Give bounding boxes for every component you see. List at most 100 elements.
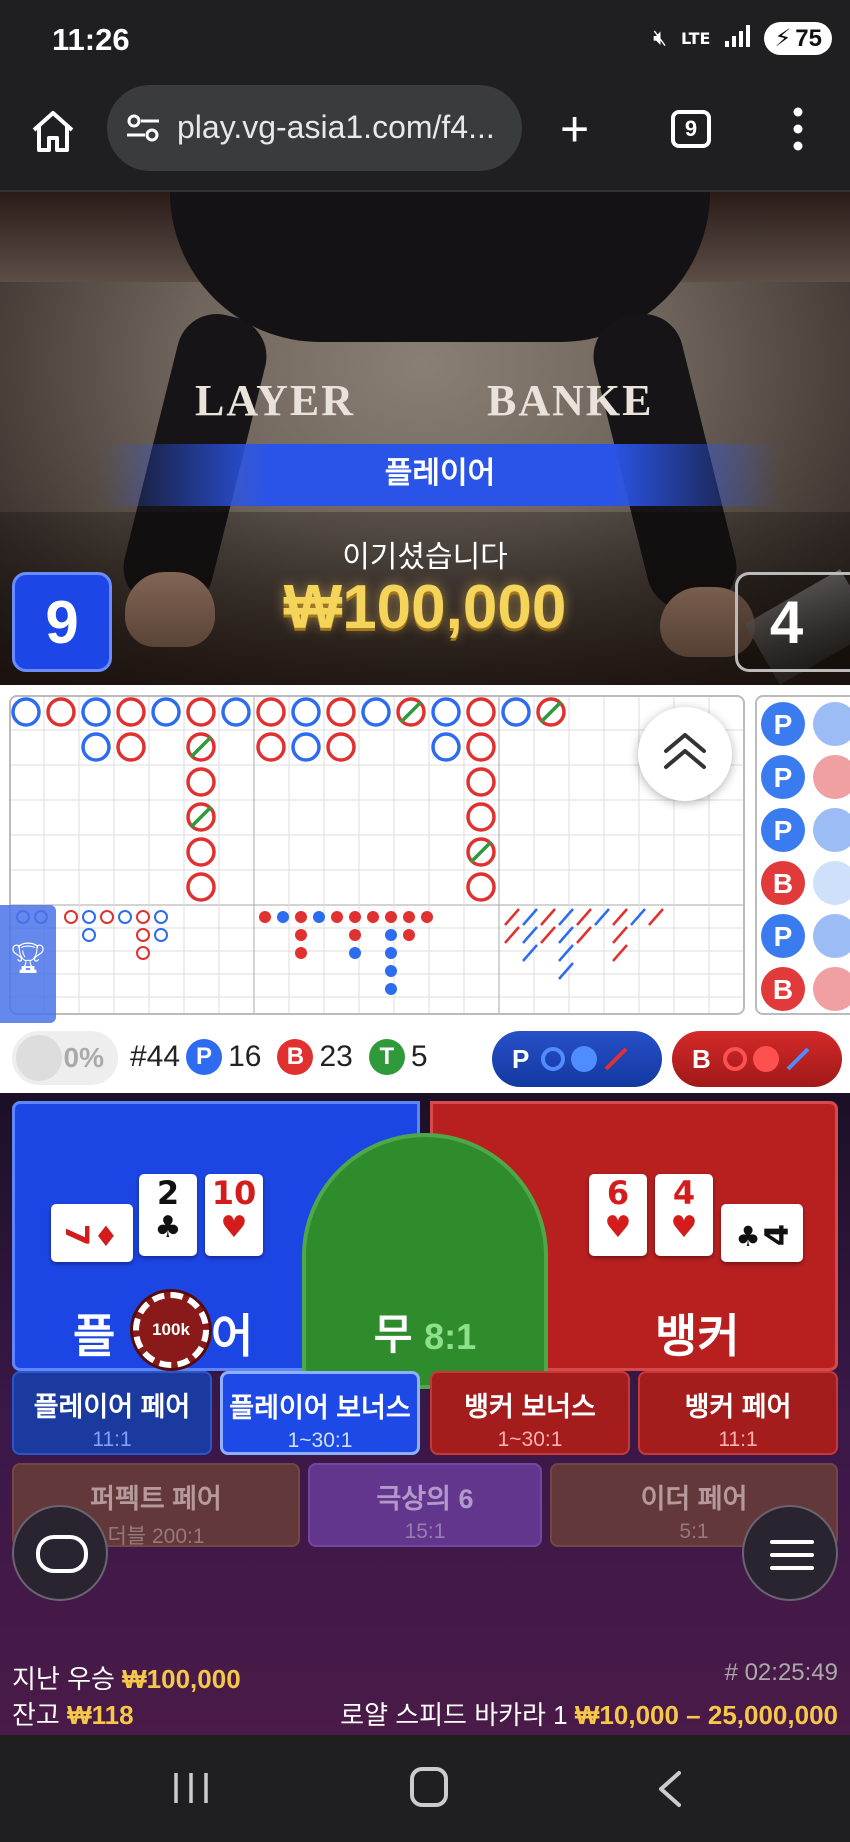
- banker-bet-label: 뱅커: [655, 1310, 740, 1362]
- status-icons: 🔇︎ LTE ⚡ 75: [653, 22, 832, 55]
- collapse-roadmap-button[interactable]: [638, 707, 732, 801]
- winner-banner: 플레이어: [100, 444, 780, 506]
- player-bonus-bet[interactable]: 플레이어 보너스 1~30:1: [220, 1371, 420, 1455]
- trophy-icon[interactable]: 🏆︎: [0, 905, 56, 1023]
- ring-icon: [541, 1047, 566, 1071]
- tie-bet-text: 무 8:1: [306, 1301, 544, 1362]
- bead-road: P P P B P B: [755, 695, 850, 1015]
- status-bar: 11:26 🔇︎ LTE ⚡ 75: [0, 0, 850, 82]
- balance-value: ₩118: [67, 1700, 134, 1730]
- hamburger-icon: [770, 1540, 814, 1570]
- win-amount: ₩100,000: [283, 573, 567, 642]
- table-banker-text: BANKE: [487, 376, 654, 425]
- chat-icon: [36, 1535, 88, 1573]
- win-label: 이기셨습니다: [342, 541, 508, 574]
- bead-cell: P: [774, 762, 793, 793]
- tie-bet-spot[interactable]: 무 8:1: [302, 1133, 548, 1389]
- card-suit: ♣: [735, 1220, 761, 1253]
- home-icon[interactable]: [30, 108, 76, 154]
- url-bar[interactable]: play.vg-asia1.com/f4...: [107, 85, 522, 171]
- card-suit: ♥: [670, 1210, 698, 1245]
- slash-icon: [786, 1047, 810, 1071]
- side-bet-name: 뱅커 보너스: [464, 1392, 596, 1422]
- toggle-knob: [16, 1035, 62, 1081]
- player-card-1: 7 ♦: [51, 1204, 133, 1262]
- side-bet-name: 뱅커 페어: [684, 1392, 792, 1422]
- bead-cell: B: [773, 868, 793, 899]
- bead-cell: P: [774, 815, 793, 846]
- player-count-badge: P: [186, 1039, 223, 1075]
- system-nav-bar: [0, 1735, 850, 1842]
- side-bet-odds: 11:1: [718, 1428, 758, 1451]
- player-card-3: 10 ♥: [205, 1174, 263, 1256]
- home-nav-icon[interactable]: [410, 1767, 448, 1807]
- ring-icon: [722, 1047, 747, 1071]
- balance-label: 잔고: [12, 1700, 60, 1730]
- card-suit: ♥: [220, 1210, 248, 1245]
- bead-cell: P: [774, 921, 793, 952]
- betting-area: 7 ♦ 2 ♣ 10 ♥ 플 어 100k 6 ♥ 4 ♥ ♣ 4 뱅커 무 8:1 플…: [0, 1093, 850, 1735]
- chat-button[interactable]: [12, 1505, 108, 1601]
- site-settings-icon[interactable]: [125, 113, 161, 143]
- menu-button[interactable]: [742, 1505, 838, 1601]
- table-info: 로얄 스피드 바카라 1 ₩10,000 – 25,000,000: [340, 1695, 838, 1732]
- chevron-up-icon: [664, 733, 706, 769]
- card-rank: 4: [758, 1223, 797, 1247]
- round-number: #44: [130, 1040, 181, 1073]
- battery-icon: ⚡ 75: [764, 22, 832, 55]
- browser-toolbar: play.vg-asia1.com/f4... + 9: [0, 82, 850, 192]
- mute-icon: 🔇︎: [653, 26, 668, 51]
- banker-score: 4: [735, 572, 850, 672]
- tie-bet-label: 무: [373, 1311, 413, 1358]
- result-counts: #44 P 16 B 23 T 5: [130, 1039, 428, 1075]
- bead-cell: P: [774, 709, 793, 740]
- ask-player-label: P: [512, 1043, 530, 1074]
- banker-pair-bet[interactable]: 뱅커 페어 11:1: [638, 1371, 838, 1455]
- table-name: 로얄 스피드 바카라 1: [340, 1700, 568, 1730]
- live-video: LAYER BANKE 플레이어 이기셨습니다 ₩100,000 9 4: [0, 192, 850, 685]
- player-bet-label-left: 플: [73, 1310, 116, 1362]
- card-rank: 10: [211, 1174, 257, 1212]
- tie-count-badge: T: [368, 1039, 405, 1075]
- big-road: [9, 695, 745, 1015]
- card-rank: 4: [672, 1174, 696, 1212]
- side-bet-odds: 11:1: [92, 1428, 132, 1451]
- card-suit: ♣: [154, 1210, 182, 1245]
- side-bet-name: 플레이어 보너스: [229, 1393, 411, 1423]
- side-bet-name: 극상의 6: [376, 1484, 474, 1514]
- banker-count: 23: [319, 1040, 353, 1073]
- super-six-bet[interactable]: 극상의 6 15:1: [308, 1463, 542, 1547]
- player-pair-bet[interactable]: 플레이어 페어 11:1: [12, 1371, 212, 1455]
- bet-limits: ₩10,000 – 25,000,000: [574, 1700, 838, 1730]
- dot-icon: [571, 1046, 598, 1072]
- signal-icon: [724, 24, 751, 53]
- ask-banker-label: B: [692, 1043, 711, 1074]
- win-rate-toggle[interactable]: 0%: [12, 1031, 118, 1085]
- card-suit: ♥: [604, 1210, 632, 1245]
- new-tab-icon[interactable]: +: [560, 104, 589, 154]
- card-suit: ♦: [93, 1220, 119, 1253]
- banker-card-1: 6 ♥: [589, 1174, 647, 1256]
- bet-chip[interactable]: 100k: [133, 1292, 209, 1368]
- banker-bonus-bet[interactable]: 뱅커 보너스 1~30:1: [430, 1371, 630, 1455]
- last-win-label: 지난 우승: [12, 1664, 115, 1694]
- round-time: # 02:25:49: [724, 1659, 838, 1686]
- ask-player-button[interactable]: P: [492, 1031, 662, 1087]
- player-count: 16: [228, 1040, 262, 1073]
- bead-cell: B: [773, 974, 793, 1005]
- ask-banker-button[interactable]: B: [672, 1031, 842, 1087]
- more-options-icon[interactable]: [788, 104, 808, 154]
- recent-apps-icon[interactable]: [172, 1771, 210, 1805]
- banker-card-2: 4 ♥: [655, 1174, 713, 1256]
- player-card-2: 2 ♣: [139, 1174, 197, 1256]
- card-rank: 6: [606, 1174, 630, 1212]
- url-text: play.vg-asia1.com/f4...: [177, 109, 495, 145]
- tie-count: 5: [410, 1040, 428, 1073]
- tab-switcher-button[interactable]: 9: [671, 110, 711, 148]
- back-icon[interactable]: [655, 1769, 685, 1809]
- banker-count-badge: B: [277, 1039, 314, 1075]
- tie-bet-odds: 8:1: [424, 1316, 477, 1357]
- table-player-text: LAYER: [195, 376, 355, 425]
- side-bet-odds: 15:1: [404, 1520, 446, 1543]
- battery-level: 75: [795, 24, 822, 52]
